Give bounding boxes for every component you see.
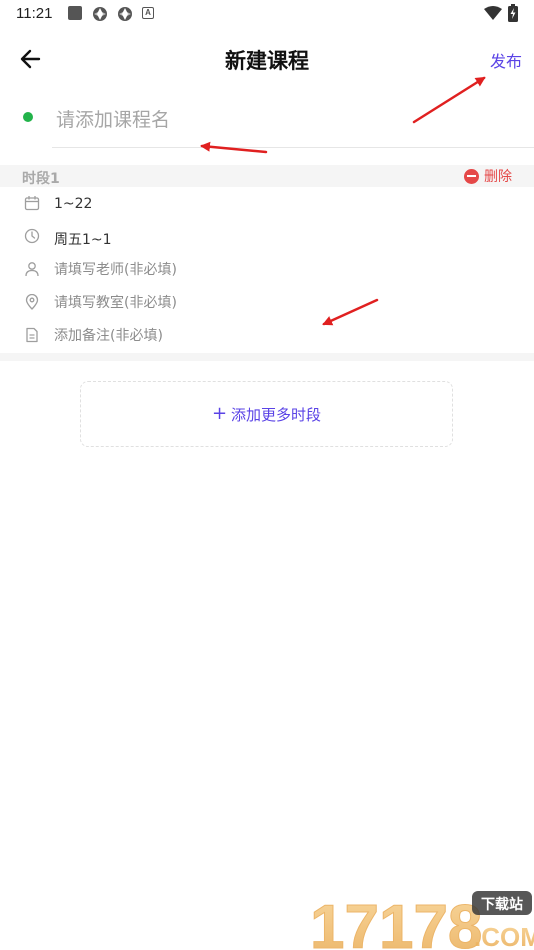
square-icon [68,6,82,20]
minus-circle-icon [464,168,479,184]
aperture-icon [93,7,107,21]
plus-icon: + [211,403,228,424]
a-box-icon: A [142,7,154,19]
header: 新建课程 发布 [0,36,534,82]
weeks-row[interactable]: 1~22 [0,188,534,221]
svg-text:.COM: .COM [474,922,534,950]
page-title: 新建课程 [225,49,309,73]
add-segment-button[interactable]: + 添加更多时段 [80,381,453,447]
time-row[interactable]: 周五1~1 [0,221,534,254]
time-value[interactable]: 周五1~1 [54,229,112,249]
location-icon [25,294,39,310]
teacher-input[interactable] [50,257,510,283]
svg-text:下载站: 下载站 [481,896,523,913]
wifi-icon [484,6,502,20]
segment-header: 时段1 删除 [0,165,534,187]
person-icon [25,262,39,277]
delete-segment-button[interactable]: 删除 [464,166,512,186]
battery-charging-icon [508,4,518,22]
section-separator [0,353,534,361]
course-color-dot[interactable] [23,112,33,122]
course-name-input[interactable] [52,100,522,140]
clock-icon [24,228,40,244]
segment-title: 时段1 [22,171,60,187]
status-time: 11:21 [16,5,53,22]
note-input[interactable] [50,323,510,349]
calendar-icon [24,196,40,211]
publish-button[interactable]: 发布 [490,48,522,72]
watermark-logo: 17178 下载站 .COM [310,891,534,950]
delete-label: 删除 [484,169,512,185]
weeks-value[interactable]: 1~22 [54,196,92,212]
note-row [0,320,534,353]
classroom-input[interactable] [50,290,510,316]
aperture-icon [118,7,132,21]
svg-text:17178: 17178 [310,893,482,950]
divider [52,147,534,148]
note-icon [26,327,38,343]
add-segment-label: 添加更多时段 [231,405,322,424]
classroom-row [0,287,534,320]
teacher-row [0,254,534,287]
status-bar: 11:21 A [0,0,534,28]
course-name-row [0,96,534,148]
